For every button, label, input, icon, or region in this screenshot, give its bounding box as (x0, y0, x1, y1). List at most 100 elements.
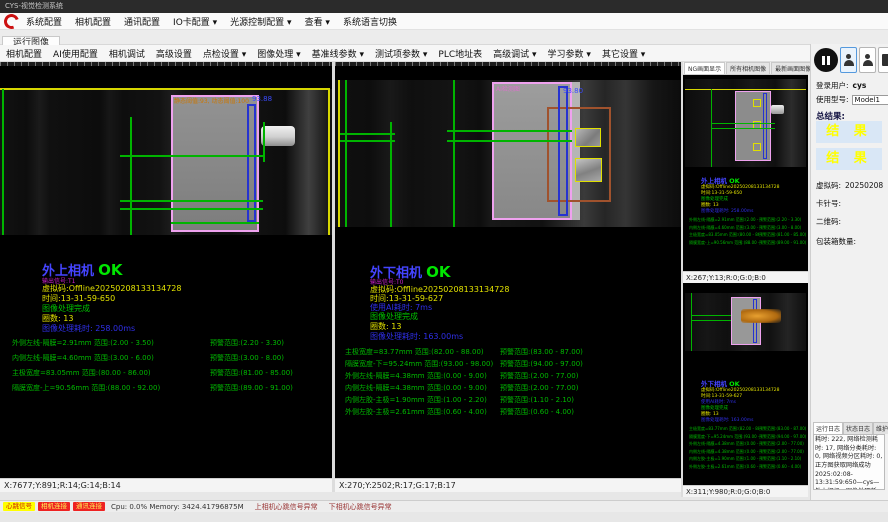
measurement-warn: 预警范围:(2.00 - 77.00) (500, 383, 578, 393)
toolbar-item[interactable]: 学习参数 ▾ (548, 47, 591, 60)
pause-icon[interactable] (814, 48, 838, 72)
menubar: 系统配置相机配置通讯配置 IO卡配置 ▾ 光源控制配置 ▾ 查看 ▾ 系统语言切换 (0, 13, 888, 30)
login-user-label: 登录用户: (816, 81, 849, 90)
lower-camera-warning: 下相机心跳信号异常 (329, 502, 392, 512)
measurement-row: 外侧左线-隔膜=4.38mm 范围:(0.00 - 9.00) 预警范围:(2.… (689, 441, 806, 449)
app-logo-icon (2, 11, 22, 31)
defect-patch-2 (575, 158, 602, 182)
overlay-guide-line2 (390, 122, 392, 227)
measure-line-h2 (447, 140, 572, 142)
mini-blue-bar (763, 93, 767, 159)
mini-measure-h2 (711, 128, 775, 129)
detected-cell-region (171, 95, 259, 232)
qr-code-label: 二维码: (816, 216, 841, 227)
model-select[interactable]: Model1 (852, 95, 888, 105)
menu-item[interactable]: 系统配置 (26, 15, 62, 28)
toolbar-item[interactable]: 高级设置 (156, 47, 192, 60)
thumbnail-panel-lower[interactable]: 外下相机 OK 虚拟码:Offline20250208133134728 时间:… (683, 283, 808, 497)
camera-panel-lower[interactable]: AI检测图 93.80 外下相机 OK 输出信号:T0 虚拟码:Offline2… (335, 62, 681, 492)
menu-item[interactable]: 光源控制配置 ▾ (230, 15, 291, 28)
camera-image-upper[interactable] (0, 89, 332, 235)
menu-item[interactable]: 相机配置 (75, 15, 111, 28)
mini-connector-tab (771, 105, 784, 114)
user-login-button[interactable] (840, 47, 857, 73)
toolbar-item[interactable]: 其它设置 ▾ (602, 47, 645, 60)
upper-camera-warning: 上相机心跳信号异常 (255, 502, 318, 512)
measurement-list: 外侧左线-隔膜=2.91mm 范围:(2.00 - 3.50) 预警范围:(2.… (12, 338, 328, 398)
model-row: 使用型号:Model1 (816, 94, 888, 105)
thumbnail-panel-upper[interactable]: 外上相机 OK 虚拟码:Offline20250208133134728 时间:… (683, 75, 808, 283)
measurement-row: 内侧左胶-主极=1.90mm 范围:(1.00 - 2.20) 预警范围:(1.… (689, 456, 806, 464)
model-label: 使用型号: (816, 95, 849, 104)
measure-bar-blue (558, 86, 568, 216)
measurement-text: 主极宽度=83.77mm 范围:(82.00 - 88.00) (689, 426, 759, 432)
measurement-text: 外侧左线-隔膜=2.91mm 范围:(2.00 - 3.50) (12, 338, 210, 348)
mini-marker-3 (753, 143, 761, 151)
measurement-warn: 预警范围:(94.00 - 97.00) (759, 434, 806, 440)
user-switch-button[interactable] (859, 47, 876, 73)
measurement-warn: 预警范围:(83.00 - 87.00) (500, 347, 583, 357)
menu-item[interactable]: 通讯配置 (124, 15, 160, 28)
toolbar-item[interactable]: PLC地址表 (438, 47, 482, 60)
view-tab-row: 运行图像 (0, 30, 888, 45)
app-title: CYS-视觉检测系统 (5, 2, 63, 10)
measurement-text: 隔膜宽度-下=95.24mm 范围:(93.00 - 98.00) (345, 359, 500, 369)
mini-elapsed: 图像处理耗时: 163.00ms (701, 417, 753, 423)
measurement-row: 外侧左线-隔膜=2.91mm 范围:(2.00 - 3.50) 预警范围:(2.… (12, 338, 328, 353)
control-buttons (814, 47, 888, 73)
measurement-text: 外侧左线-隔膜=4.38mm 范围:(0.00 - 9.00) (345, 371, 500, 381)
measurement-warn: 预警范围:(0.60 - 4.00) (759, 464, 801, 470)
measurement-warn: 预警范围:(81.00 - 85.00) (210, 368, 293, 378)
log-tab[interactable]: 状态日志 (843, 422, 873, 434)
log-text-area[interactable]: 耗时: 222, 网络检测耗时: 17, 网络分类耗时: 0, 网络视频分区耗时… (813, 434, 885, 490)
menu-item[interactable]: 查看 ▾ (305, 15, 330, 28)
virtual-code-label: 虚拟码: (816, 181, 841, 190)
toolbar-item[interactable]: 高级调试 ▾ (493, 47, 536, 60)
log-tab[interactable]: 运行日志 (813, 422, 843, 434)
measurement-text: 隔膜宽度-上=90.56mm 范围:(88.00 - 92.00) (689, 240, 759, 246)
measure-line-left2 (340, 140, 395, 142)
measurement-warn: 预警范围:(2.00 - 77.00) (500, 371, 578, 381)
menu-item[interactable]: IO卡配置 ▾ (173, 15, 217, 28)
measurement-warn: 预警范围:(81.00 - 85.00) (759, 232, 806, 238)
mini-elapsed: 图像处理耗时: 258.00ms (701, 208, 753, 214)
thumbnail-tab[interactable]: NG画面显示 (684, 62, 725, 74)
menu-item[interactable]: 系统语言切换 (343, 15, 397, 28)
toolbar-item[interactable]: 点检设置 ▾ (203, 47, 246, 60)
measurement-text: 内侧左胶-主极=1.90mm 范围:(1.00 - 2.20) (345, 395, 500, 405)
user-icon (863, 54, 873, 66)
image-ruler (335, 62, 681, 66)
measurement-row: 隔膜宽度-下=95.24mm 范围:(93.00 - 98.00) 预警范围:(… (345, 359, 677, 371)
comm-connect-badge: 通讯连接 (73, 502, 105, 511)
measurement-text: 隔膜宽度-下=95.24mm 范围:(93.00 - 98.00) (689, 434, 759, 440)
measurement-warn: 预警范围:(2.00 - 77.00) (759, 441, 804, 447)
app-window: CYS-视觉检测系统 系统配置相机配置通讯配置IO卡配置 ▾光源控制配置 ▾查看… (0, 0, 888, 522)
measure-line-h2 (120, 200, 263, 202)
measurement-text: 隔膜宽度-上=90.56mm 范围:(88.00 - 92.00) (12, 383, 210, 393)
toolbar-item[interactable]: 相机配置 (6, 47, 42, 60)
bottom-status-bar: 心跳信号 相机连接 通讯连接 Cpu: 0.0% Memory: 3424.41… (0, 500, 888, 512)
toolbar-item[interactable]: 图像处理 ▾ (257, 47, 300, 60)
measurement-text: 内侧左线-隔膜=4.60mm 范围:(3.00 - 6.00) (689, 225, 759, 231)
measure-bar-value: 93.88 (252, 95, 272, 103)
thumbnail-tab[interactable]: 最新画面图像 (771, 62, 815, 74)
pin-number-label: 卡针号: (816, 198, 841, 209)
mini-highlight-region (741, 309, 781, 323)
toolbar-item[interactable]: AI使用配置 (53, 47, 98, 60)
mini-measure-h1 (711, 123, 775, 124)
toolbar-item[interactable]: 测试项参数 ▾ (375, 47, 427, 60)
pixel-status-bar: X:7677;Y:891;R:14;G:14;B:14 (0, 478, 332, 492)
virtual-code-value: 20250208 (845, 181, 883, 190)
toolbar-item[interactable]: 相机调试 (109, 47, 145, 60)
exit-button[interactable] (878, 47, 888, 73)
camera-panel-upper[interactable]: 静态阈值:93, 动态阈值:100 93.88 外上相机 OK 输出信号:T1 … (0, 62, 332, 492)
log-tab[interactable]: 维护日志 (873, 422, 888, 434)
login-user-value: cys (853, 81, 867, 90)
measurement-row: 外侧左胶-主极=2.61mm 范围:(0.60 - 4.00) 预警范围:(0.… (689, 464, 806, 472)
window-titlebar[interactable]: CYS-视觉检测系统 (0, 0, 888, 13)
heartbeat-badge: 心跳信号 (3, 502, 35, 511)
thumbnail-tab[interactable]: 所有相机图像 (726, 62, 770, 74)
pixel-status-bar: X:270;Y:2502;R:17;G:17;B:17 (335, 478, 681, 492)
toolbar-item[interactable]: 基准线参数 ▾ (312, 47, 364, 60)
measurement-row: 外侧左胶-主极=2.61mm 范围:(0.60 - 4.00) 预警范围:(0.… (345, 407, 677, 419)
